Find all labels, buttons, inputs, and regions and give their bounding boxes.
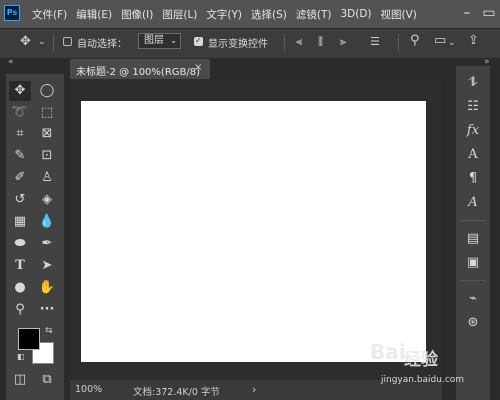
restore-button[interactable]: ▭: [480, 4, 498, 22]
align-left-icon[interactable]: ⫷: [296, 34, 302, 50]
move-tool-icon[interactable]: ✥: [9, 81, 31, 101]
menu-filter[interactable]: 滤镜(T): [296, 7, 332, 22]
menu-image[interactable]: 图像(I): [121, 7, 153, 22]
search-icon[interactable]: ⚲: [410, 33, 420, 49]
stamp-tool-icon[interactable]: ♙: [36, 168, 58, 188]
photoshop-logo[interactable]: Ps: [4, 5, 20, 21]
eraser-tool-icon[interactable]: ◈: [36, 190, 58, 210]
divider: [460, 220, 486, 221]
glyphs-icon[interactable]: A: [460, 192, 486, 214]
baidu-watermark-text: 经验: [404, 350, 438, 370]
collapse-left-icon[interactable]: «: [8, 57, 14, 67]
menu-type[interactable]: 文字(Y): [206, 7, 242, 22]
gradient-tool-icon[interactable]: ▦: [9, 212, 31, 232]
divider: [398, 34, 399, 52]
object-selection-tool-icon[interactable]: ⬚: [36, 103, 58, 123]
menu-edit[interactable]: 编辑(E): [76, 7, 112, 22]
move-tool-icon[interactable]: ✥: [20, 34, 31, 50]
history-icon[interactable]: ⥮: [460, 72, 486, 94]
quick-mask-icon[interactable]: ◫: [9, 370, 31, 390]
more-tools-icon[interactable]: ···: [36, 300, 58, 320]
menu-layer[interactable]: 图层(L): [162, 7, 197, 22]
ellipse-tool-icon[interactable]: ●: [9, 278, 31, 298]
menu-3d[interactable]: 3D(D): [340, 8, 371, 20]
menu-view[interactable]: 视图(V): [381, 7, 417, 22]
divider: [460, 280, 486, 281]
auto-select-target-value: 图层: [144, 35, 164, 46]
share-icon[interactable]: ⇪: [468, 33, 479, 49]
character-icon[interactable]: A: [460, 144, 486, 166]
menu-select[interactable]: 选择(S): [251, 7, 287, 22]
tool-preset-chevron-icon[interactable]: ⌄: [38, 34, 46, 50]
align-center-icon[interactable]: ⫼: [318, 34, 323, 50]
auto-select-label: 自动选择：: [77, 39, 127, 50]
crop-tool-icon[interactable]: ⌗: [9, 124, 31, 144]
divider: [53, 34, 54, 52]
default-colors-icon[interactable]: ◧: [17, 352, 25, 361]
show-transform-controls-label: 显示变换控件: [208, 39, 268, 50]
menu-file[interactable]: 文件(F): [32, 7, 67, 22]
patch-tool-icon[interactable]: ⊡: [36, 146, 58, 166]
auto-select-checkbox[interactable]: [63, 37, 72, 46]
styles-fx-icon[interactable]: fx: [460, 120, 486, 142]
screen-mode-icon[interactable]: ⧉: [36, 370, 58, 390]
foreground-color-swatch[interactable]: [18, 328, 40, 350]
zoom-tool-icon[interactable]: ⚲: [9, 300, 31, 320]
zoom-level[interactable]: 100%: [75, 384, 102, 395]
history-brush-tool-icon[interactable]: ↺: [9, 190, 31, 210]
workspace-icon[interactable]: ▭: [434, 33, 446, 49]
adjustments-icon[interactable]: ☷: [460, 96, 486, 118]
eyedropper-tool-icon[interactable]: ✎: [9, 146, 31, 166]
pen-tool-icon[interactable]: ✒: [36, 234, 58, 254]
swap-colors-icon[interactable]: ⇆: [45, 326, 53, 336]
paragraph-icon[interactable]: ¶: [460, 168, 486, 190]
libraries-icon[interactable]: ▣: [460, 252, 486, 274]
dropdown-chevron-icon: ⌄: [170, 36, 177, 45]
blur-tool-icon[interactable]: 💧: [36, 212, 58, 232]
brush-tool-icon[interactable]: ✐: [9, 168, 31, 188]
divider: [284, 34, 285, 52]
show-transform-controls-checkbox[interactable]: [194, 36, 203, 46]
status-arrow-icon[interactable]: ›: [252, 383, 256, 396]
swatches-icon[interactable]: ▤: [460, 228, 486, 250]
dodge-tool-icon[interactable]: ⬬: [9, 234, 31, 254]
baidu-watermark-logo: Bai: [370, 340, 406, 364]
document-tab-title: 未标题-2 @ 100%(RGB/8): [76, 67, 201, 78]
auto-select-target-dropdown[interactable]: 图层 ⌄: [138, 33, 181, 49]
marquee-tool-icon[interactable]: ◯: [36, 81, 58, 101]
close-icon[interactable]: ×: [194, 62, 202, 73]
channels-icon[interactable]: ⊛: [460, 312, 486, 334]
baidu-watermark-url: jingyan.baidu.com: [381, 375, 465, 385]
align-top-icon[interactable]: ☰: [370, 34, 380, 50]
type-tool-icon[interactable]: T: [9, 256, 31, 276]
workspace-chevron-icon[interactable]: ⌄: [448, 35, 456, 51]
main-menu: 文件(F) 编辑(E) 图像(I) 图层(L) 文字(Y) 选择(S) 滤镜(T…: [32, 0, 426, 28]
align-right-icon[interactable]: ⫸: [340, 34, 346, 50]
lasso-tool-icon[interactable]: ➰: [9, 103, 31, 123]
document-canvas[interactable]: [81, 101, 426, 362]
path-selection-tool-icon[interactable]: ➤: [36, 256, 58, 276]
paths-icon[interactable]: ⌁: [460, 288, 486, 310]
hand-tool-icon[interactable]: ✋: [36, 278, 58, 298]
minimize-button[interactable]: –: [458, 4, 476, 22]
frame-tool-icon[interactable]: ⊠: [36, 124, 58, 144]
document-info: 文档:372.4K/0 字节: [133, 387, 220, 398]
